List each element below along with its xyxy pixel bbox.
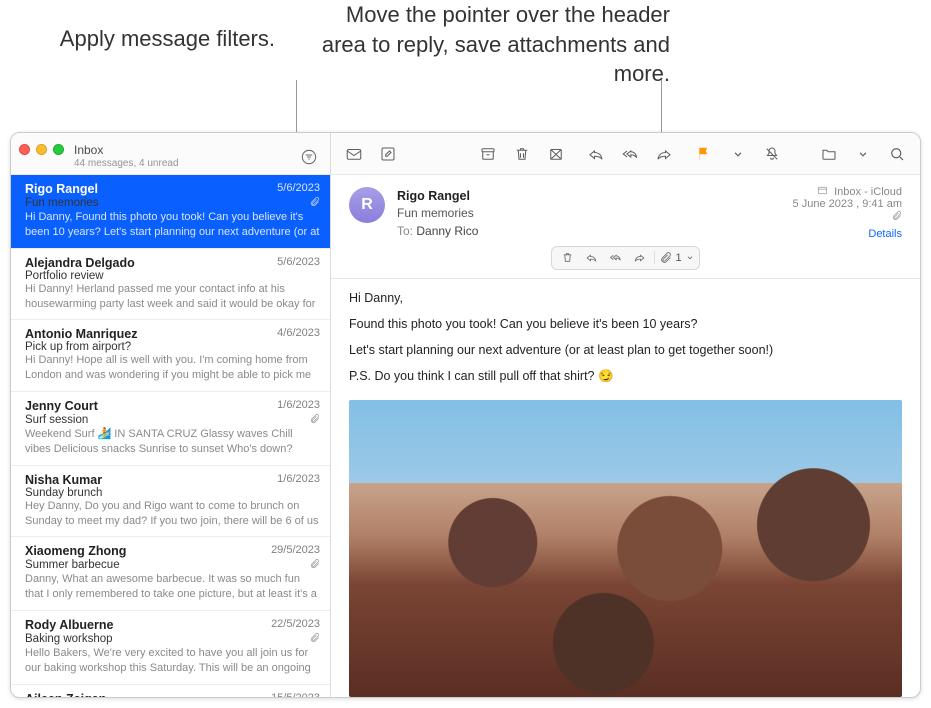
mute-button[interactable]: [757, 141, 787, 167]
list-date: 5/6/2023: [271, 256, 320, 270]
list-sender: Aileen Zeigen: [25, 692, 265, 697]
main-toolbar: [331, 133, 920, 175]
body-paragraph: Let's start planning our next adventure …: [349, 343, 902, 357]
body-paragraph: P.S. Do you think I can still pull off t…: [349, 369, 902, 384]
list-date: 5/6/2023: [271, 182, 320, 196]
reply-all-button[interactable]: [615, 141, 645, 167]
list-sender: Xiaomeng Zhong: [25, 544, 265, 558]
list-preview: Hello Bakers, We're very excited to have…: [25, 646, 320, 676]
hover-delete-button[interactable]: [556, 249, 578, 267]
mail-window: Inbox 44 messages, 4 unread Rigo Rangel5…: [10, 132, 921, 698]
message-list[interactable]: Rigo Rangel5/6/2023Fun memoriesHi Danny,…: [11, 175, 330, 697]
message-list-item[interactable]: Alejandra Delgado5/6/2023Portfolio revie…: [11, 249, 330, 321]
list-subject: Sunday brunch: [25, 487, 320, 499]
paperclip-icon: [309, 558, 320, 572]
list-subject: Summer barbecue: [25, 559, 305, 571]
message-list-pane: Inbox 44 messages, 4 unread Rigo Rangel5…: [11, 133, 331, 697]
list-preview: Hi Danny, Found this photo you took! Can…: [25, 210, 320, 240]
archive-button[interactable]: [473, 141, 503, 167]
mailbox-title: Inbox: [74, 144, 298, 157]
sidebar-header: Inbox 44 messages, 4 unread: [11, 133, 330, 175]
list-preview: Hey Danny, Do you and Rigo want to come …: [25, 499, 320, 529]
list-sender: Rigo Rangel: [25, 182, 271, 196]
junk-button[interactable]: [541, 141, 571, 167]
message-list-item[interactable]: Rody Albuerne22/5/2023Baking workshopHel…: [11, 611, 330, 685]
window-controls: [19, 144, 64, 155]
message-list-item[interactable]: Nisha Kumar1/6/2023Sunday brunchHey Dann…: [11, 466, 330, 538]
to-label: To:: [397, 224, 413, 238]
forward-button[interactable]: [649, 141, 679, 167]
list-date: 15/5/2023: [265, 692, 320, 697]
body-paragraph: Found this photo you took! Can you belie…: [349, 317, 902, 331]
list-date: 29/5/2023: [265, 544, 320, 558]
message-list-item[interactable]: Aileen Zeigen15/5/20235K trainingHey Dan…: [11, 685, 330, 697]
attachment-indicator: [793, 210, 902, 224]
paperclip-icon: [309, 632, 320, 646]
callout-header-hover: Move the pointer over the header area to…: [310, 0, 670, 89]
flag-button[interactable]: [689, 141, 719, 167]
list-subject: Portfolio review: [25, 270, 320, 282]
move-button[interactable]: [814, 141, 844, 167]
search-button[interactable]: [882, 141, 912, 167]
list-date: 4/6/2023: [271, 327, 320, 341]
to-recipient: Danny Rico: [416, 224, 478, 238]
message-list-item[interactable]: Xiaomeng Zhong29/5/2023Summer barbecueDa…: [11, 537, 330, 611]
hover-reply-button[interactable]: [580, 249, 602, 267]
list-sender: Alejandra Delgado: [25, 256, 271, 270]
message-list-item[interactable]: Rigo Rangel5/6/2023Fun memoriesHi Danny,…: [11, 175, 330, 249]
attachment-image[interactable]: [349, 400, 902, 697]
message-body: Hi Danny, Found this photo you took! Can…: [331, 279, 920, 697]
mailbox-status: 44 messages, 4 unread: [74, 158, 298, 169]
get-mail-button[interactable]: [339, 141, 369, 167]
move-menu-chevron[interactable]: [848, 141, 878, 167]
window-minimize-button[interactable]: [36, 144, 47, 155]
list-preview: Hi Danny! Hope all is well with you. I'm…: [25, 353, 320, 383]
window-zoom-button[interactable]: [53, 144, 64, 155]
filter-button[interactable]: [298, 146, 320, 168]
paperclip-icon: [309, 196, 320, 210]
header-subject: Fun memories: [397, 205, 478, 222]
annotation-callouts: Apply message filters. Move the pointer …: [0, 0, 931, 130]
message-header: R Rigo Rangel Fun memories To: Danny Ric…: [331, 175, 920, 279]
hover-reply-all-button[interactable]: [604, 249, 626, 267]
attachment-image-wrap: [349, 400, 902, 697]
flag-menu-chevron[interactable]: [723, 141, 753, 167]
window-close-button[interactable]: [19, 144, 30, 155]
list-preview: Weekend Surf 🏄 IN SANTA CRUZ Glassy wave…: [25, 427, 320, 457]
callout-filters: Apply message filters.: [40, 24, 275, 54]
header-hover-toolbar: 1: [551, 246, 699, 270]
attachment-count: 1: [675, 252, 681, 264]
list-sender: Rody Albuerne: [25, 618, 265, 632]
compose-button[interactable]: [373, 141, 403, 167]
list-sender: Nisha Kumar: [25, 473, 271, 487]
message-list-item[interactable]: Jenny Court1/6/2023Surf sessionWeekend S…: [11, 392, 330, 466]
list-subject: Surf session: [25, 414, 305, 426]
details-link[interactable]: Details: [793, 228, 902, 240]
list-subject: Baking workshop: [25, 633, 305, 645]
list-preview: Danny, What an awesome barbecue. It was …: [25, 572, 320, 602]
message-viewer-pane: R Rigo Rangel Fun memories To: Danny Ric…: [331, 133, 920, 697]
hover-forward-button[interactable]: [628, 249, 650, 267]
list-preview: Hi Danny! Herland passed me your contact…: [25, 282, 320, 312]
list-date: 22/5/2023: [265, 618, 320, 632]
from-name: Rigo Rangel: [397, 187, 478, 205]
list-subject: Pick up from airport?: [25, 341, 320, 353]
body-paragraph: Hi Danny,: [349, 291, 902, 305]
paperclip-icon: [309, 413, 320, 427]
message-list-item[interactable]: Antonio Manriquez4/6/2023Pick up from ai…: [11, 320, 330, 392]
list-subject: Fun memories: [25, 197, 305, 209]
reply-button[interactable]: [581, 141, 611, 167]
message-datetime: 5 June 2023 , 9:41 am: [793, 198, 902, 210]
list-sender: Antonio Manriquez: [25, 327, 271, 341]
hover-attachments-button[interactable]: 1: [654, 251, 694, 264]
sender-avatar: R: [349, 187, 385, 223]
delete-button[interactable]: [507, 141, 537, 167]
list-sender: Jenny Court: [25, 399, 271, 413]
list-date: 1/6/2023: [271, 473, 320, 487]
mailbox-location: Inbox - iCloud: [793, 185, 902, 198]
list-date: 1/6/2023: [271, 399, 320, 413]
